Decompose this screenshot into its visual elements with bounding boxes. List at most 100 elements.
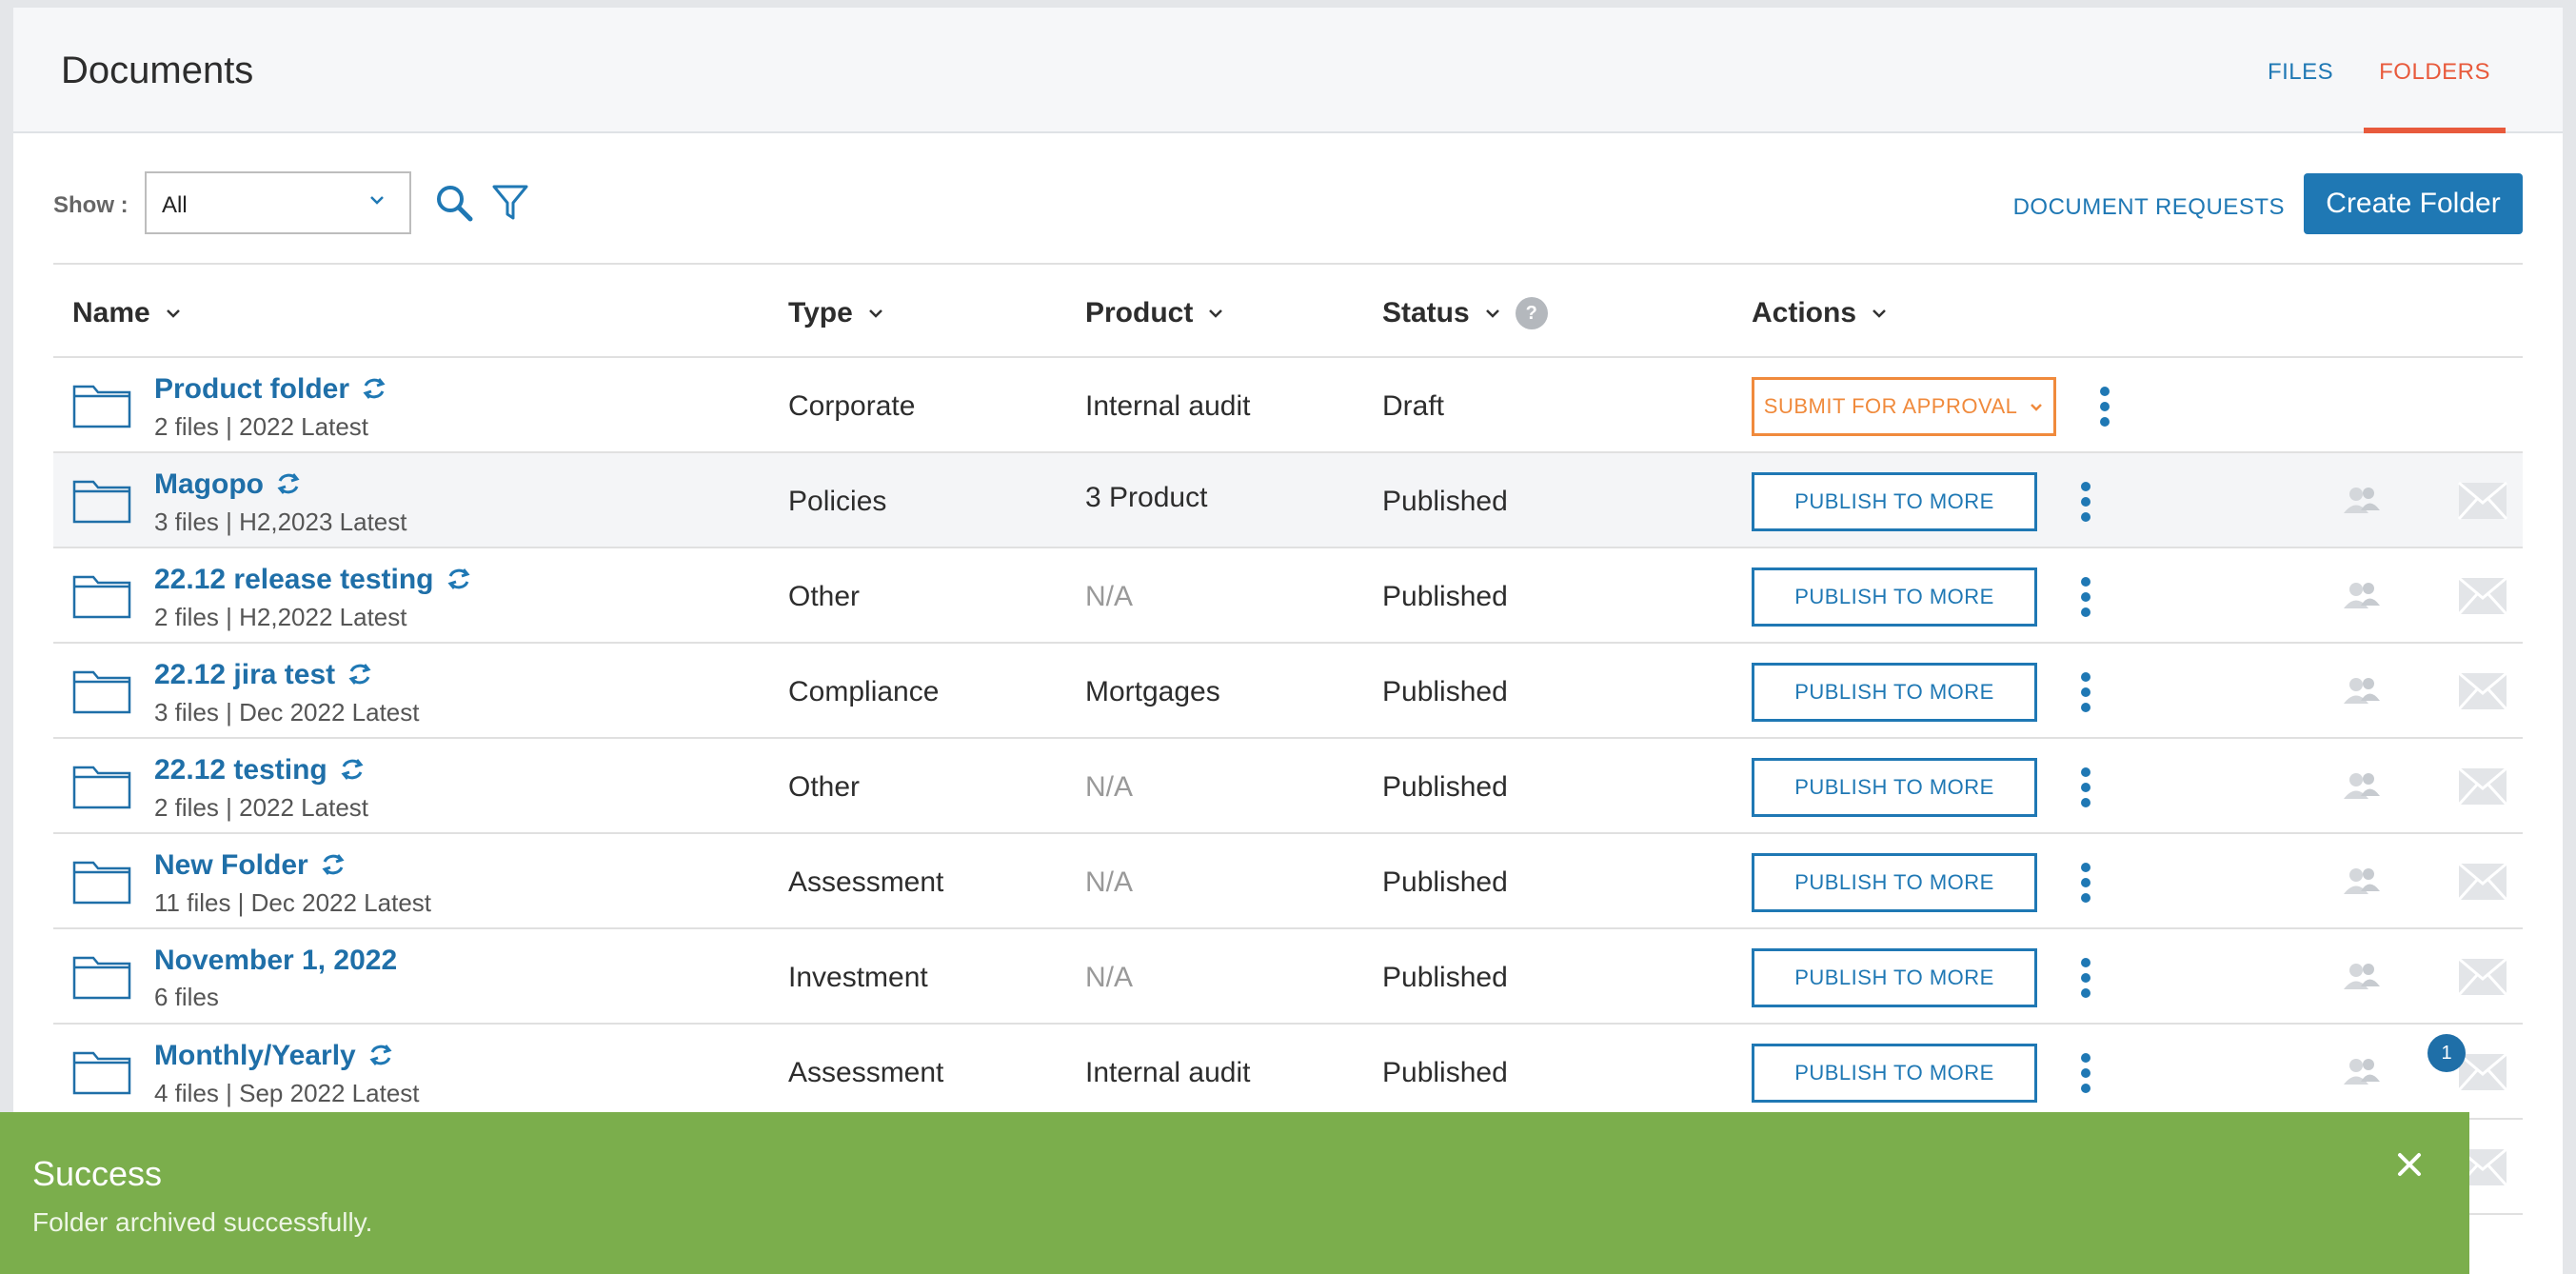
users-icon[interactable]	[2342, 581, 2382, 614]
publish-to-more-button[interactable]: PUBLISH TO MORE	[1752, 472, 2037, 531]
tab-folders[interactable]: FOLDERS	[2364, 8, 2506, 133]
table-body: Product folder 2 files | 2022 Latest Corpo…	[53, 358, 2523, 1215]
users-icon[interactable]	[2342, 486, 2382, 519]
folder-name-link[interactable]: Monthly/Yearly	[154, 1040, 356, 1071]
folder-icon	[72, 379, 131, 433]
product-cell: Internal audit	[1085, 1057, 1251, 1088]
sync-icon	[361, 375, 387, 407]
folder-icon	[72, 855, 131, 909]
more-actions-icon[interactable]	[2081, 863, 2092, 906]
publish-to-more-button[interactable]: PUBLISH TO MORE	[1752, 758, 2037, 817]
folder-name-cell: November 1, 2022 6 files	[154, 945, 397, 1012]
type-cell: Policies	[788, 486, 887, 517]
page-title: Documents	[61, 50, 254, 91]
more-actions-icon[interactable]	[2081, 672, 2092, 716]
more-actions-icon[interactable]	[2081, 577, 2092, 621]
more-actions-icon[interactable]	[2081, 958, 2092, 1002]
toast-title: Success	[32, 1154, 163, 1193]
help-icon[interactable]: ?	[1515, 297, 1548, 329]
folder-name-link[interactable]: New Folder	[154, 849, 308, 881]
status-cell: Published	[1382, 771, 1508, 803]
column-status-label: Status	[1382, 297, 1470, 328]
type-cell: Investment	[788, 962, 928, 993]
table-row: November 1, 2022 6 files Investment N/A Publ…	[53, 929, 2523, 1025]
toolbar: Show : All DOCUMENT REQUESTS Create Fold…	[53, 171, 2523, 238]
folder-name-link[interactable]: 22.12 jira test	[154, 659, 335, 690]
mail-icon[interactable]	[2457, 576, 2508, 620]
mail-icon[interactable]	[2457, 957, 2508, 1001]
users-icon[interactable]	[2342, 771, 2382, 805]
filter-icon[interactable]	[491, 183, 529, 223]
column-actions-header[interactable]: Actions	[1752, 297, 1889, 329]
status-cell: Published	[1382, 676, 1508, 707]
folder-name-cell: Magopo 3 files | H2,2023 Latest	[154, 468, 406, 537]
toast-message: Folder archived successfully.	[32, 1207, 373, 1237]
product-cell: 3 Product	[1085, 482, 1208, 513]
folder-name-link[interactable]: November 1, 2022	[154, 945, 397, 976]
column-status-header[interactable]: Status ?	[1382, 297, 1548, 329]
folder-name-cell: 22.12 jira test 3 files | Dec 2022 Latest	[154, 659, 419, 727]
submit-for-approval-button[interactable]: SUBMIT FOR APPROVAL	[1752, 377, 2056, 436]
folder-icon	[72, 665, 131, 719]
sync-icon	[446, 566, 472, 597]
mail-icon[interactable]	[2457, 766, 2508, 810]
status-cell: Published	[1382, 581, 1508, 612]
column-product-header[interactable]: Product	[1085, 297, 1225, 329]
publish-to-more-button[interactable]: PUBLISH TO MORE	[1752, 948, 2037, 1007]
folder-meta: 2 files | 2022 Latest	[154, 793, 369, 822]
status-cell: Published	[1382, 486, 1508, 517]
folder-name-link[interactable]: Magopo	[154, 468, 264, 500]
table-row: 22.12 release testing 2 files | H2,2022 L…	[53, 548, 2523, 644]
more-actions-icon[interactable]	[2100, 387, 2111, 430]
type-cell: Other	[788, 771, 861, 803]
document-requests-link[interactable]: DOCUMENT REQUESTS	[2013, 194, 2285, 221]
folder-name-link[interactable]: 22.12 testing	[154, 754, 327, 786]
product-cell: N/A	[1085, 771, 1134, 803]
publish-to-more-button[interactable]: PUBLISH TO MORE	[1752, 567, 2037, 627]
mail-icon[interactable]	[2457, 1052, 2508, 1096]
status-cell: Published	[1382, 866, 1508, 898]
more-actions-icon[interactable]	[2081, 767, 2092, 811]
users-icon[interactable]	[2342, 962, 2382, 995]
folder-icon	[72, 760, 131, 814]
folder-name-cell: New Folder 11 files | Dec 2022 Latest	[154, 849, 431, 918]
page-header: Documents FILES FOLDERS	[13, 8, 2563, 133]
publish-to-more-button[interactable]: PUBLISH TO MORE	[1752, 853, 2037, 912]
tab-files[interactable]: FILES	[2252, 8, 2348, 133]
table-row: New Folder 11 files | Dec 2022 Latest Asse…	[53, 834, 2523, 929]
folder-name-cell: Product folder 2 files | 2022 Latest	[154, 373, 387, 442]
publish-to-more-button[interactable]: PUBLISH TO MORE	[1752, 1044, 2037, 1103]
folder-name-link[interactable]: 22.12 release testing	[154, 564, 434, 595]
table-header: Name Type Product Status ? Actions	[53, 263, 2523, 358]
column-name-label: Name	[72, 297, 150, 328]
sync-icon	[320, 851, 347, 883]
folder-meta: 2 files | 2022 Latest	[154, 412, 369, 441]
show-filter-value: All	[162, 192, 188, 218]
publish-to-more-button[interactable]: PUBLISH TO MORE	[1752, 663, 2037, 722]
column-type-header[interactable]: Type	[788, 297, 885, 329]
mail-icon[interactable]	[2457, 671, 2508, 715]
users-icon[interactable]	[2342, 1057, 2382, 1090]
create-folder-button[interactable]: Create Folder	[2304, 173, 2523, 234]
type-cell: Corporate	[788, 390, 916, 422]
more-actions-icon[interactable]	[2081, 1053, 2092, 1097]
type-cell: Assessment	[788, 866, 944, 898]
column-type-label: Type	[788, 297, 853, 328]
users-icon[interactable]	[2342, 866, 2382, 900]
mail-icon[interactable]	[2457, 481, 2508, 525]
folder-name-link[interactable]: Product folder	[154, 373, 349, 405]
users-icon[interactable]	[2342, 676, 2382, 709]
folder-name-cell: 22.12 release testing 2 files | H2,2022 L…	[154, 564, 472, 632]
show-filter-select[interactable]: All	[145, 171, 411, 234]
chevron-down-icon	[1873, 309, 1886, 318]
sync-icon	[347, 661, 373, 692]
close-icon[interactable]	[2395, 1150, 2424, 1179]
more-actions-icon[interactable]	[2081, 482, 2092, 526]
status-cell: Published	[1382, 1057, 1508, 1088]
column-name-header[interactable]: Name	[72, 297, 183, 329]
notification-badge: 1	[2427, 1034, 2466, 1072]
status-cell: Published	[1382, 962, 1508, 993]
mail-icon[interactable]	[2457, 862, 2508, 906]
status-cell: Draft	[1382, 390, 1445, 422]
search-icon[interactable]	[434, 183, 474, 223]
